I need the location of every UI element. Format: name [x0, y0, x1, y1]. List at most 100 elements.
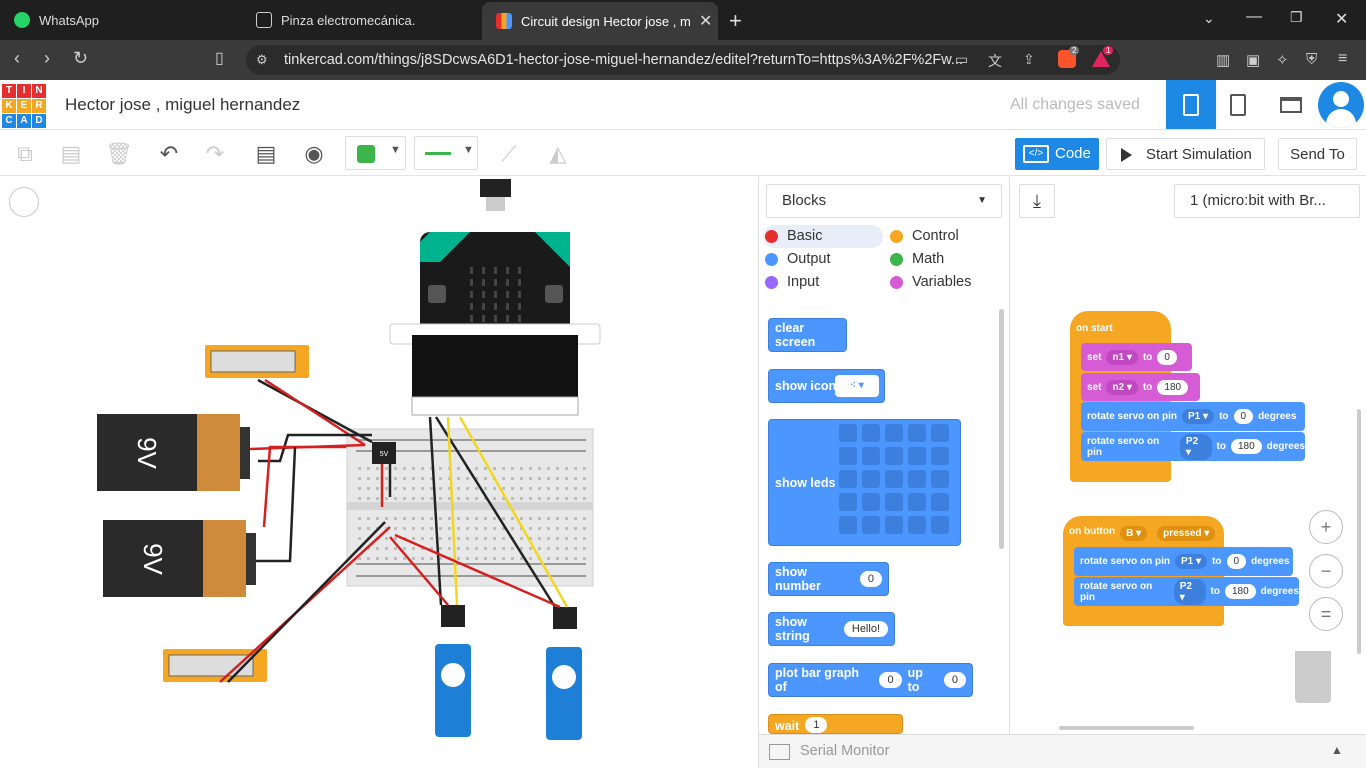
bookmark-icon[interactable]: ▯: [215, 48, 224, 68]
minimize-icon[interactable]: —: [1246, 8, 1262, 26]
led-cell[interactable]: [908, 470, 926, 488]
paste-icon[interactable]: ▤: [56, 139, 86, 169]
led-cell[interactable]: [862, 470, 880, 488]
led-cell[interactable]: [885, 424, 903, 442]
led-cell[interactable]: [839, 470, 857, 488]
circuit-canvas[interactable]: 9V 9V 5V: [0, 177, 758, 768]
value-input[interactable]: 180: [1224, 584, 1256, 599]
notes-icon[interactable]: ▤: [251, 139, 281, 169]
pin-dropdown[interactable]: P2 ▾: [1179, 433, 1212, 460]
led-cell[interactable]: [862, 424, 880, 442]
device-select[interactable]: 1 (micro:bit with Br...: [1174, 184, 1360, 218]
avatar[interactable]: [1318, 82, 1364, 128]
rotate-servo-block[interactable]: rotate servo on pin P2 ▾ to 180 degrees: [1081, 432, 1305, 461]
download-code-button[interactable]: ⤓: [1019, 184, 1055, 218]
sidebar-icon[interactable]: ▥: [1216, 51, 1230, 69]
new-tab-icon[interactable]: +: [729, 8, 742, 34]
close-window-icon[interactable]: ✕: [1335, 9, 1348, 29]
palette-scrollbar[interactable]: [999, 309, 1004, 549]
led-cell[interactable]: [908, 516, 926, 534]
trash-icon[interactable]: [1295, 651, 1331, 703]
led-cell[interactable]: [862, 516, 880, 534]
wait-block[interactable]: wait 1: [768, 714, 903, 734]
serial-monitor-bar[interactable]: Serial Monitor ▲: [759, 734, 1366, 768]
delete-icon[interactable]: 🗑: [104, 139, 134, 169]
value-input[interactable]: 0: [1233, 409, 1254, 424]
component-list-icon[interactable]: [1280, 97, 1302, 113]
show-icon-block[interactable]: show icon ⁖ ▾: [768, 369, 885, 403]
reset-zoom-icon[interactable]: =: [1309, 597, 1343, 631]
led-cell[interactable]: [862, 493, 880, 511]
set-n2-block[interactable]: set n2 ▾ to 180: [1081, 373, 1200, 401]
rotate-icon[interactable]: ⟋: [494, 139, 524, 169]
show-number-block[interactable]: show number 0: [768, 562, 889, 596]
set-n1-block[interactable]: set n1 ▾ to 0: [1081, 343, 1192, 371]
zoom-in-icon[interactable]: +: [1309, 510, 1343, 544]
value-input[interactable]: 0: [943, 672, 966, 688]
redo-icon[interactable]: ↷: [200, 139, 230, 169]
reload-icon[interactable]: ↻: [73, 48, 88, 69]
category-basic[interactable]: Basic: [765, 225, 822, 247]
zoom-out-icon[interactable]: −: [1309, 554, 1343, 588]
tab-whatsapp[interactable]: WhatsApp: [0, 0, 240, 40]
category-control[interactable]: Control: [890, 225, 959, 247]
maximize-icon[interactable]: ❐: [1290, 9, 1303, 26]
show-leds-block[interactable]: show leds: [768, 419, 961, 546]
workspace-v-scrollbar[interactable]: [1357, 409, 1361, 654]
cast-icon[interactable]: ▭: [955, 51, 968, 68]
pin-dropdown[interactable]: P2 ▾: [1173, 578, 1206, 605]
fill-color-picker[interactable]: ▼: [345, 136, 406, 170]
variable-dropdown[interactable]: n1 ▾: [1106, 349, 1138, 365]
variable-dropdown[interactable]: n2 ▾: [1106, 379, 1138, 395]
vpn-icon[interactable]: ⛨: [1306, 51, 1317, 68]
wire-color-picker[interactable]: ▼: [414, 136, 478, 170]
value-input[interactable]: 0: [1226, 554, 1247, 569]
tab-search-icon[interactable]: ⌄: [1203, 10, 1215, 27]
close-tab-icon[interactable]: ✕: [699, 11, 712, 31]
schematic-view-icon[interactable]: [1230, 94, 1246, 116]
value-input[interactable]: 180: [1157, 379, 1189, 395]
led-cell[interactable]: [931, 470, 949, 488]
send-to-button[interactable]: Send To: [1278, 138, 1357, 170]
copy-icon[interactable]: ⧉: [10, 139, 40, 169]
code-mode-select[interactable]: Blocks ▼: [766, 184, 1002, 218]
category-math[interactable]: Math: [890, 248, 944, 270]
tab-pinza[interactable]: Pinza electromecánica.: [242, 0, 480, 40]
back-icon[interactable]: ‹: [14, 48, 20, 69]
led-cell[interactable]: [908, 424, 926, 442]
value-input[interactable]: 0: [1157, 349, 1177, 365]
tinkercad-logo[interactable]: T I N K E R C A D: [2, 84, 46, 128]
rotate-servo-block[interactable]: rotate servo on pin P1 ▾ to 0 degrees: [1081, 402, 1305, 431]
led-cell[interactable]: [885, 493, 903, 511]
menu-icon[interactable]: ≡: [1338, 50, 1347, 68]
led-cell[interactable]: [885, 447, 903, 465]
led-cell[interactable]: [885, 470, 903, 488]
chevron-up-icon[interactable]: ▲: [1331, 743, 1343, 757]
pin-dropdown[interactable]: P1 ▾: [1182, 409, 1215, 424]
led-cell[interactable]: [908, 447, 926, 465]
code-button[interactable]: </> Code: [1015, 138, 1099, 170]
start-simulation-button[interactable]: Start Simulation: [1106, 138, 1265, 170]
led-cell[interactable]: [885, 516, 903, 534]
notes-visibility-icon[interactable]: ◉: [299, 139, 329, 169]
pin-dropdown[interactable]: P1 ▾: [1175, 554, 1208, 569]
plot-bar-graph-block[interactable]: plot bar graph of 0 up to 0: [768, 663, 973, 697]
led-cell[interactable]: [931, 424, 949, 442]
icon-dropdown[interactable]: ⁖ ▾: [835, 375, 879, 397]
workspace-h-scrollbar[interactable]: [1059, 726, 1194, 730]
led-cell[interactable]: [839, 424, 857, 442]
value-input[interactable]: 0: [879, 672, 902, 688]
led-cell[interactable]: [839, 516, 857, 534]
led-grid[interactable]: [839, 424, 949, 534]
flip-icon[interactable]: ◭: [543, 139, 573, 169]
project-title[interactable]: Hector jose , miguel hernandez: [65, 95, 300, 115]
translate-icon[interactable]: 文: [988, 51, 1002, 71]
category-input[interactable]: Input: [765, 271, 819, 293]
button-dropdown[interactable]: B ▾: [1120, 526, 1148, 541]
led-cell[interactable]: [931, 516, 949, 534]
led-cell[interactable]: [839, 447, 857, 465]
clear-screen-block[interactable]: clear screen: [768, 318, 847, 352]
tab-tinkercad[interactable]: Circuit design Hector jose , mig ✕: [482, 2, 718, 40]
value-input[interactable]: 180: [1230, 439, 1262, 454]
undo-icon[interactable]: ↶: [154, 139, 184, 169]
